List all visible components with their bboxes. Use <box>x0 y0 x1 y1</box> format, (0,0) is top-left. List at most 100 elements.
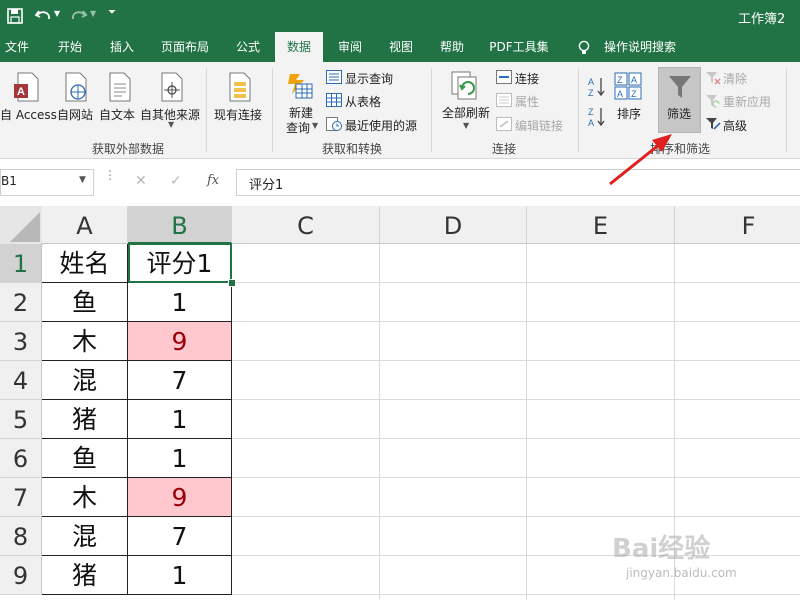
cell-a7[interactable]: 木 <box>42 478 128 517</box>
filter-funnel-icon <box>669 76 691 98</box>
show-queries-button[interactable]: 显示查询 <box>345 70 393 87</box>
text-file-icon[interactable] <box>106 72 132 102</box>
svg-text:Z: Z <box>617 75 623 85</box>
undo-dropdown-icon[interactable]: ▼ <box>54 9 60 18</box>
filter-button[interactable]: 筛选 <box>658 67 701 133</box>
from-text-button[interactable]: 自文本 <box>99 106 135 123</box>
save-icon[interactable] <box>7 8 23 24</box>
cell-b4[interactable]: 7 <box>128 361 232 400</box>
column-header-e[interactable]: E <box>527 206 675 244</box>
tab-help[interactable]: 帮助 <box>432 32 472 62</box>
connections-icon[interactable] <box>496 70 512 84</box>
cancel-icon[interactable]: ✕ <box>135 173 147 189</box>
refresh-all-button[interactable]: 全部刷新 <box>442 104 490 121</box>
cell-b8[interactable]: 7 <box>128 517 232 556</box>
cell-a5[interactable]: 猪 <box>42 400 128 439</box>
cell-b5[interactable]: 1 <box>128 400 232 439</box>
row-header[interactable]: 7 <box>0 478 42 517</box>
web-icon[interactable] <box>62 72 88 102</box>
clear-filter-icon <box>706 72 721 85</box>
column-header-b[interactable]: B <box>128 206 232 244</box>
table-icon[interactable] <box>326 93 342 107</box>
from-web-button[interactable]: 自网站 <box>57 106 93 123</box>
tab-insert[interactable]: 插入 <box>102 32 142 62</box>
column-header-c[interactable]: C <box>232 206 380 244</box>
refresh-all-dropdown-icon[interactable]: ▼ <box>463 121 469 130</box>
other-sources-dropdown-icon[interactable]: ▼ <box>168 120 174 129</box>
red-arrow-annotation <box>609 134 672 186</box>
row-header[interactable]: 1 <box>0 244 42 283</box>
column-header-f[interactable]: F <box>675 206 800 244</box>
customize-qat-icon[interactable]: ⏷ <box>108 7 116 18</box>
enter-icon[interactable]: ✓ <box>170 173 182 189</box>
tab-formulas[interactable]: 公式 <box>228 32 268 62</box>
svg-text:Z: Z <box>588 107 594 117</box>
title-bar: ▼ ▼ ⏷ 工作簿2 <box>0 0 800 32</box>
tab-home[interactable]: 开始 <box>50 32 90 62</box>
from-table-button[interactable]: 从表格 <box>345 93 381 110</box>
access-icon[interactable]: A <box>14 72 40 102</box>
properties-icon <box>496 93 512 107</box>
row-header[interactable]: 8 <box>0 517 42 556</box>
cell-a2[interactable]: 鱼 <box>42 283 128 322</box>
insert-function-icon[interactable]: fx <box>207 173 219 188</box>
ribbon-data: A 自 Access 自网站 自文本 自其他来源 ▼ 现有连接 获取外部数据 新… <box>0 62 800 159</box>
sort-icon[interactable]: Z A A Z <box>614 72 642 100</box>
sort-button[interactable]: 排序 <box>617 105 641 122</box>
recent-sources-icon[interactable] <box>326 117 342 131</box>
new-query-button-line2[interactable]: 查询 <box>286 119 310 136</box>
other-sources-icon[interactable] <box>158 72 184 102</box>
cell-a3[interactable]: 木 <box>42 322 128 361</box>
cell-a9[interactable]: 猪 <box>42 556 128 595</box>
ribbon-bottom-edge <box>0 158 800 159</box>
undo-icon[interactable] <box>34 7 52 25</box>
from-access-button[interactable]: 自 Access <box>0 106 57 123</box>
recent-sources-button[interactable]: 最近使用的源 <box>345 117 417 134</box>
row-header[interactable]: 9 <box>0 556 42 595</box>
column-header-a[interactable]: A <box>42 206 128 244</box>
tell-me-search[interactable]: 操作说明搜索 <box>600 32 680 62</box>
separator <box>578 68 579 152</box>
reapply-button: 重新应用 <box>723 95 772 109</box>
tab-view[interactable]: 视图 <box>381 32 421 62</box>
row-header[interactable]: 2 <box>0 283 42 322</box>
row-header[interactable]: 3 <box>0 322 42 361</box>
tab-review[interactable]: 审阅 <box>330 32 370 62</box>
name-box[interactable]: B1 ▼ <box>0 169 94 196</box>
new-query-icon[interactable] <box>284 70 314 100</box>
name-box-dropdown-icon[interactable]: ▼ <box>79 175 86 185</box>
row-header[interactable]: 4 <box>0 361 42 400</box>
fill-handle[interactable] <box>228 279 236 287</box>
advanced-filter-icon[interactable] <box>705 117 721 131</box>
formula-input[interactable]: 评分1 <box>236 169 800 196</box>
cell-a1[interactable]: 姓名 <box>42 244 128 283</box>
advanced-filter-button[interactable]: 高级 <box>723 117 747 134</box>
select-all-corner[interactable] <box>0 206 43 245</box>
tab-pdf-tools[interactable]: PDF工具集 <box>484 32 554 62</box>
cell-b7[interactable]: 9 <box>128 478 232 517</box>
separator <box>272 68 273 152</box>
cell-b3[interactable]: 9 <box>128 322 232 361</box>
cell-a4[interactable]: 混 <box>42 361 128 400</box>
existing-connections-icon[interactable] <box>226 72 252 102</box>
tab-page-layout[interactable]: 页面布局 <box>152 32 218 62</box>
reapply-icon <box>706 95 720 108</box>
tab-data[interactable]: 数据 <box>275 32 323 62</box>
show-queries-icon[interactable] <box>326 70 342 84</box>
new-query-dropdown-icon[interactable]: ▼ <box>312 121 318 130</box>
tab-file[interactable]: 文件 <box>0 32 34 62</box>
row-header[interactable]: 5 <box>0 400 42 439</box>
cell-a6[interactable]: 鱼 <box>42 439 128 478</box>
cell-b6[interactable]: 1 <box>128 439 232 478</box>
existing-connections-button[interactable]: 现有连接 <box>214 106 262 123</box>
cell-a8[interactable]: 混 <box>42 517 128 556</box>
svg-text:A: A <box>588 118 594 128</box>
cell-b9[interactable]: 1 <box>128 556 232 595</box>
cell-b2[interactable]: 1 <box>128 283 232 322</box>
row-header[interactable]: 6 <box>0 439 42 478</box>
refresh-all-icon[interactable] <box>450 70 482 102</box>
connections-button[interactable]: 连接 <box>515 70 539 87</box>
column-header-d[interactable]: D <box>380 206 527 244</box>
sort-a-z-icon[interactable]: A Z <box>588 76 606 98</box>
sort-z-a-icon[interactable]: Z A <box>588 106 606 128</box>
